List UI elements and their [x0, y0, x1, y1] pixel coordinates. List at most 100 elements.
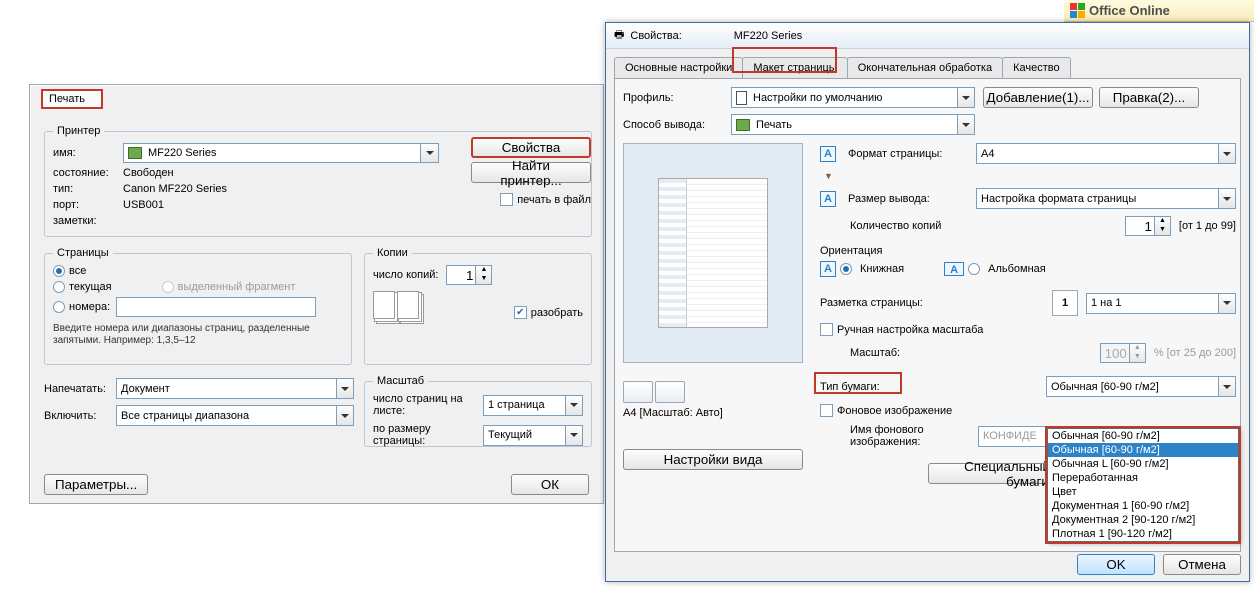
paper-option[interactable]: Документная 2 [90-120 г/м2] — [1048, 513, 1238, 527]
page-layout-label: Разметка страницы: — [820, 297, 940, 309]
printer-icon — [736, 119, 750, 131]
parameters-button[interactable]: Параметры... — [44, 474, 148, 495]
printer-state-label: состояние: — [53, 167, 123, 179]
preview-tool-2[interactable] — [655, 381, 685, 403]
orientation-portrait-radio[interactable]: AКнижная — [820, 261, 904, 277]
watermark-name-label: Имя фонового изображения: — [850, 424, 970, 448]
pages-legend: Страницы — [53, 247, 113, 259]
paper-option[interactable]: Плотная 1 [90-120 г/м2] — [1048, 527, 1238, 541]
fit-to-page-label: по размеру страницы: — [373, 423, 483, 447]
tab-finishing[interactable]: Окончательная обработка — [847, 57, 1003, 78]
chevron-down-icon[interactable] — [421, 143, 439, 163]
collate-checkbox[interactable]: разобрать — [514, 306, 583, 319]
print-what-dropdown[interactable]: Документ — [116, 378, 354, 399]
printer-props-icon: 🖶 — [614, 26, 624, 45]
printer-name-value: MF220 Series — [148, 147, 216, 159]
paper-option[interactable]: Переработанная — [1048, 471, 1238, 485]
scale-range: % [от 25 до 200] — [1154, 347, 1236, 359]
view-settings-button[interactable]: Настройки вида — [623, 449, 803, 470]
paper-option[interactable]: Обычная [60-90 г/м2] — [1048, 443, 1238, 457]
tab-basic[interactable]: Основные настройки — [614, 57, 743, 78]
scale-stepper: ▲▼ — [1100, 343, 1146, 363]
print-dialog-title: Печать — [41, 89, 103, 109]
office-icon — [1070, 3, 1085, 18]
pages-numbers-radio[interactable]: номера: — [53, 297, 343, 317]
pages-note-2: запятыми. Например: 1,3,5–12 — [53, 335, 196, 346]
copies-range: [от 1 до 99] — [1179, 220, 1236, 232]
collate-icon — [373, 291, 419, 319]
preview-tool-1[interactable] — [623, 381, 653, 403]
titlebar-suffix: MF220 Series — [734, 30, 802, 42]
paper-option[interactable]: Цвет — [1048, 485, 1238, 499]
scale-legend: Масштаб — [373, 375, 428, 387]
orientation-label: Ориентация — [820, 245, 882, 257]
page-layout-dropdown[interactable]: 1 на 1 — [1086, 293, 1236, 314]
printer-icon — [128, 147, 142, 159]
props-ok-button[interactable]: OK — [1077, 554, 1155, 575]
tab-panel: Профиль: Настройки по умолчанию Добавлен… — [614, 78, 1241, 552]
paper-option[interactable]: Обычная [60-90 г/м2] — [1048, 429, 1238, 443]
office-online-banner: Office Online — [1064, 0, 1254, 22]
print-what-label: Напечатать: — [44, 383, 116, 395]
watermark-checkbox[interactable]: Фоновое изображение — [820, 404, 952, 417]
orientation-landscape-radio[interactable]: AАльбомная — [944, 262, 1046, 276]
copies-legend: Копии — [373, 247, 412, 259]
pages-current-radio[interactable]: текущая — [53, 281, 112, 293]
pages-group: Страницы все текущая выделенный фрагмент… — [44, 247, 352, 365]
print-dialog: Печать Принтер имя: MF220 Series состоян… — [29, 84, 604, 504]
profile-label: Профиль: — [623, 92, 723, 104]
ok-button[interactable]: ОК — [511, 474, 589, 495]
printer-group: Принтер имя: MF220 Series состояние:Своб… — [44, 125, 592, 237]
edit-profile-button[interactable]: Правка(2)... — [1099, 87, 1199, 108]
highlight-tab — [732, 47, 837, 73]
titlebar: 🖶 Свойства: MF220 Series — [606, 23, 1249, 49]
copies-stepper[interactable]: ▲▼ — [1125, 216, 1171, 236]
props-cancel-button[interactable]: Отмена — [1163, 554, 1241, 575]
pages-per-sheet-label: число страниц на листе: — [373, 393, 483, 417]
paper-type-options[interactable]: Обычная [60-90 г/м2] Обычная [60-90 г/м2… — [1047, 428, 1239, 542]
scale-group: Масштаб число страниц на листе: 1 страни… — [364, 375, 592, 447]
printer-type-label: тип: — [53, 183, 123, 195]
tab-bar: Основные настройки Макет страницы Оконча… — [606, 49, 1249, 78]
copies-count-stepper[interactable]: ▲▼ — [446, 265, 492, 285]
titlebar-prefix: Свойства: — [630, 30, 681, 42]
paper-option[interactable]: Обычная L [60-90 г/м2] — [1048, 457, 1238, 471]
pages-numbers-input[interactable] — [116, 297, 316, 317]
pages-per-sheet-dropdown[interactable]: 1 страница — [483, 395, 583, 416]
page-format-dropdown[interactable]: A4 — [976, 143, 1236, 164]
scale-label: Масштаб: — [850, 347, 970, 359]
output-size-label: Размер вывода: — [848, 193, 968, 205]
paper-option[interactable]: Документная 1 [60-90 г/м2] — [1048, 499, 1238, 513]
printer-port-label: порт: — [53, 199, 123, 211]
output-size-dropdown[interactable]: Настройка формата страницы — [976, 188, 1236, 209]
preview-caption: A4 [Масштаб: Авто] — [623, 407, 815, 419]
printer-name-dropdown[interactable]: MF220 Series — [123, 143, 439, 163]
pagesize-icon: A — [820, 146, 836, 162]
office-online-label: Office Online — [1089, 3, 1170, 18]
printer-properties-window: 🖶 Свойства: MF220 Series Основные настро… — [605, 22, 1250, 582]
doc-icon — [736, 91, 747, 105]
tab-quality[interactable]: Качество — [1002, 57, 1071, 78]
copies-count-label: число копий: — [373, 269, 438, 281]
profile-dropdown[interactable]: Настройки по умолчанию — [731, 87, 975, 108]
output-method-dropdown[interactable]: Печать — [731, 114, 975, 135]
include-dropdown[interactable]: Все страницы диапазона — [116, 405, 354, 426]
find-printer-button[interactable]: Найти принтер... — [471, 162, 591, 183]
include-label: Включить: — [44, 410, 116, 422]
fit-to-page-dropdown[interactable]: Текущий — [483, 425, 583, 446]
printer-notes-label: заметки: — [53, 215, 123, 227]
pages-all-radio[interactable]: все — [53, 265, 343, 277]
copies-group: Копии число копий: ▲▼ разобрать — [364, 247, 592, 365]
watermark-name-dropdown: КОНФИДЕ — [978, 426, 1058, 447]
pages-note-1: Введите номера или диапазоны страниц, ра… — [53, 323, 310, 334]
highlight-paper-type-label — [814, 372, 902, 394]
add-profile-button[interactable]: Добавление(1)... — [983, 87, 1093, 108]
output-method-label: Способ вывода: — [623, 119, 723, 131]
page-format-label: Формат страницы: — [848, 148, 968, 160]
preview-area: A4 [Масштаб: Авто] Настройки вида — [623, 143, 815, 453]
output-size-icon: A — [820, 191, 836, 207]
print-to-file-checkbox[interactable]: печать в файл — [500, 193, 591, 206]
properties-button[interactable]: Свойства — [471, 137, 591, 158]
paper-type-dropdown[interactable]: Обычная [60-90 г/м2] — [1046, 376, 1236, 397]
manual-scale-checkbox[interactable]: Ручная настройка масштаба — [820, 323, 983, 336]
